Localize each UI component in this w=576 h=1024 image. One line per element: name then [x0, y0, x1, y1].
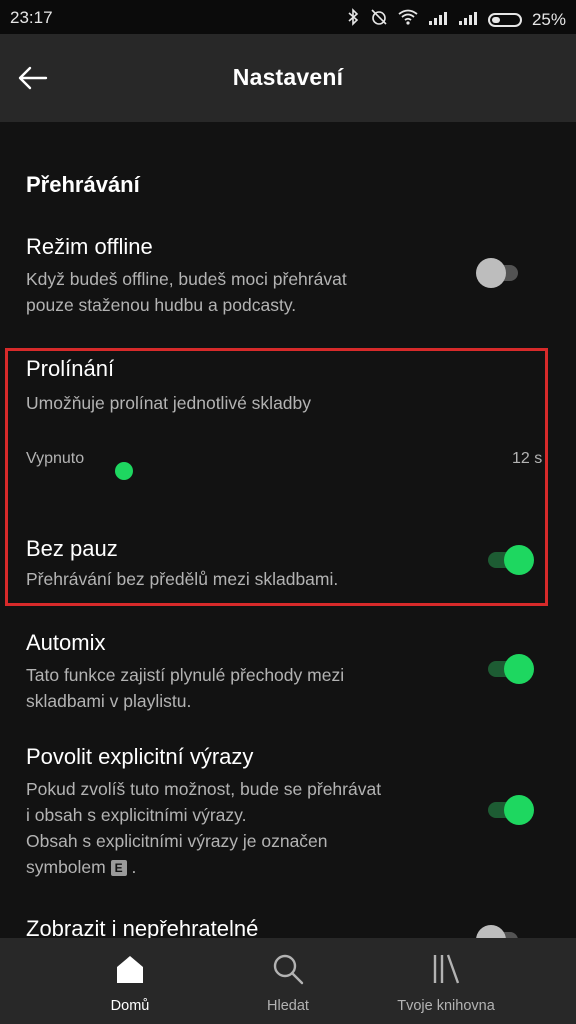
gapless-toggle[interactable] [484, 544, 534, 576]
wifi-icon [398, 9, 418, 30]
library-icon [433, 954, 460, 984]
slider-max-label: 12 s [512, 450, 543, 467]
description-line: Pokud zvolíš tuto možnost, bude se přehr… [26, 779, 382, 799]
toggle-knob [504, 795, 534, 825]
automix-toggle[interactable] [484, 653, 534, 685]
toggle-knob [476, 258, 506, 288]
description-line: i obsah s explicitními výrazy. [26, 805, 247, 825]
toggle-knob [504, 545, 534, 575]
explicit-toggle[interactable] [484, 794, 534, 826]
signal-icon [428, 10, 448, 30]
battery-percent: 25% [531, 9, 566, 29]
description-line: Obsah s explicitními výrazy je označen [26, 831, 328, 851]
slider-min-label: Vypnuto [26, 450, 85, 467]
setting-title: Automix [26, 630, 106, 655]
description-line: Když budeš offline, budeš moci přehrávat [26, 269, 347, 289]
header: Nastavení [0, 34, 576, 122]
status-bar: 23:17 25% [0, 0, 576, 34]
description-line: symbolem E . [26, 854, 381, 880]
alarm-off-icon [370, 8, 388, 31]
offline-toggle[interactable] [476, 257, 524, 289]
setting-description: Přehrávání bez předělů mezi skladbami. [26, 569, 339, 589]
bluetooth-icon [346, 8, 360, 31]
home-icon [117, 956, 143, 983]
setting-title: Prolínání [26, 356, 115, 381]
section-title: Přehrávání [26, 172, 140, 197]
toggle-knob [504, 654, 534, 684]
setting-title: Režim offline [26, 234, 153, 259]
bottom-nav: Domů Hledat Tvoje knihovna [0, 938, 576, 1024]
nav-library[interactable]: Tvoje knihovna [350, 938, 542, 1024]
description-line: Tato funkce zajistí plynulé přechody mez… [26, 665, 345, 685]
battery-icon [487, 12, 522, 27]
signal-icon [458, 10, 478, 30]
setting-description: Pokud zvolíš tuto možnost, bude se přehr… [26, 776, 381, 880]
page-title: Nastavení [232, 64, 344, 90]
setting-description: Umožňuje prolínat jednotlivé skladby [26, 393, 312, 413]
description-text: symbolem [26, 857, 106, 877]
search-icon [273, 954, 304, 985]
nav-label: Tvoje knihovna [397, 998, 495, 1014]
setting-description: Tato funkce zajistí plynulé přechody mez… [26, 662, 344, 714]
setting-description: Když budeš offline, budeš moci přehrávat… [26, 266, 347, 318]
status-icons: 25% [346, 8, 566, 31]
crossfade-slider-thumb[interactable] [115, 462, 133, 480]
explicit-badge-icon: E [110, 860, 127, 877]
description-line: pouze staženou hudbu a podcasty. [26, 295, 297, 315]
description-line: skladbami v playlistu. [26, 691, 192, 711]
setting-title: Povolit explicitní výrazy [26, 744, 254, 769]
setting-title: Bez pauz [26, 536, 118, 561]
description-text: . [131, 857, 137, 877]
status-time: 23:17 [10, 8, 53, 27]
